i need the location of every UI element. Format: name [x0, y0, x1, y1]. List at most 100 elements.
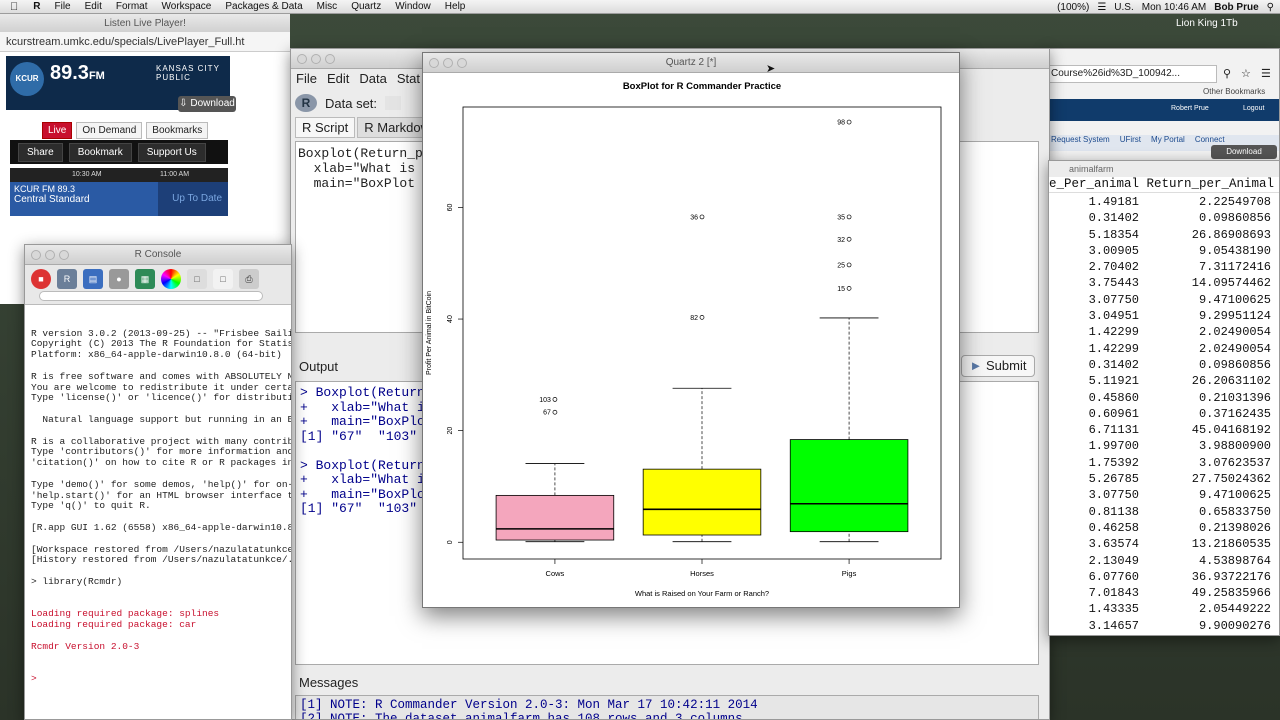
tab-live[interactable]: Live: [42, 122, 73, 139]
user-name[interactable]: Bob Prue: [1214, 2, 1258, 13]
menu-help[interactable]: Help: [438, 1, 473, 12]
chart-icon[interactable]: ▤: [83, 269, 103, 289]
rcmdr-menu-file[interactable]: File: [291, 69, 322, 89]
table-icon[interactable]: ▦: [135, 269, 155, 289]
share-button[interactable]: Share: [18, 142, 63, 162]
link-ufirst[interactable]: UFirst: [1120, 135, 1141, 151]
table-row[interactable]: 3.07750 9.47100625: [1049, 488, 1279, 504]
minimize-icon[interactable]: [311, 54, 321, 64]
search-field[interactable]: [39, 291, 263, 301]
menu-r[interactable]: R: [26, 1, 47, 12]
current-program[interactable]: KCUR FM 89.3 Central Standard: [10, 182, 158, 216]
quartz-zoom-icon[interactable]: [457, 58, 467, 68]
menu-file[interactable]: File: [47, 1, 77, 12]
column-header-2[interactable]: Return_per_Animal: [1147, 177, 1275, 191]
clock[interactable]: Mon 10:46 AM: [1142, 2, 1206, 13]
table-row[interactable]: 5.26785 27.75024362: [1049, 472, 1279, 488]
table-row[interactable]: 3.63574 13.21860535: [1049, 537, 1279, 553]
program-timeline[interactable]: 10:30 AM 11:00 AM: [10, 168, 228, 182]
table-row[interactable]: 1.42299 2.02490054: [1049, 325, 1279, 341]
new-file-icon[interactable]: □: [213, 269, 233, 289]
table-row[interactable]: 0.46258 0.21398026: [1049, 521, 1279, 537]
tab-r-script[interactable]: R Script: [295, 117, 356, 138]
rcmdr-menu-data[interactable]: Data: [354, 69, 391, 89]
messages-pane[interactable]: [1] NOTE: R Commander Version 2.0-3: Mon…: [295, 695, 1039, 719]
quartz-close-icon[interactable]: [429, 58, 439, 68]
menu-icon[interactable]: ☰: [1261, 67, 1271, 80]
time-label-1100: 11:00 AM: [160, 171, 190, 178]
table-row[interactable]: 1.75392 3.07623537: [1049, 456, 1279, 472]
logout-link[interactable]: Logout: [1243, 105, 1264, 112]
locale-indicator[interactable]: U.S.: [1114, 2, 1133, 13]
next-program[interactable]: Up To Date: [158, 182, 228, 216]
table-row[interactable]: 3.75443 14.09574462: [1049, 276, 1279, 292]
submit-button[interactable]: ► Submit: [961, 355, 1035, 377]
r-source-icon[interactable]: R: [57, 269, 77, 289]
table-row[interactable]: 2.627466.90354605: [1049, 635, 1280, 636]
address-bar[interactable]: kcurstream.umkc.edu/specials/LivePlayer_…: [0, 32, 290, 52]
lock-icon[interactable]: ●: [109, 269, 129, 289]
dataset-selector[interactable]: [385, 96, 402, 110]
console-zoom-icon[interactable]: [59, 250, 69, 260]
table-row[interactable]: 0.31402 0.09860856: [1049, 211, 1279, 227]
table-row[interactable]: 1.49181 2.22549708: [1049, 195, 1279, 211]
star-icon[interactable]: ☆: [1241, 67, 1251, 80]
table-row[interactable]: 5.11921 26.20631102: [1049, 374, 1279, 390]
table-row[interactable]: 1.43335 2.05449222: [1049, 602, 1279, 618]
table-row[interactable]: 0.60961 0.37162435: [1049, 407, 1279, 423]
spotlight-icon[interactable]: ⚲: [1267, 2, 1274, 13]
table-row[interactable]: 0.45860 0.21031396: [1049, 391, 1279, 407]
table-row[interactable]: 2.13049 4.53898764: [1049, 554, 1279, 570]
column-header-1[interactable]: e_Per_animal: [1049, 177, 1139, 191]
menu-workspace[interactable]: Workspace: [155, 1, 219, 12]
menu-quartz[interactable]: Quartz: [344, 1, 388, 12]
table-row[interactable]: 0.81138 0.65833750: [1049, 505, 1279, 521]
table-row[interactable]: 3.04951 9.29951124: [1049, 309, 1279, 325]
link-my-portal[interactable]: My Portal: [1151, 135, 1185, 151]
table-row[interactable]: 6.07760 36.93722176: [1049, 570, 1279, 586]
console-output[interactable]: R version 3.0.2 (2013-09-25) -- "Frisbee…: [25, 305, 291, 715]
console-close-icon[interactable]: [31, 250, 41, 260]
quartz-minimize-icon[interactable]: [443, 58, 453, 68]
address-bar-right[interactable]: Course%26id%3D_100942...: [1047, 65, 1217, 83]
table-row[interactable]: 2.70402 7.31172416: [1049, 260, 1279, 276]
menu-misc[interactable]: Misc: [310, 1, 345, 12]
download-button[interactable]: ⇩ Download: [178, 96, 236, 112]
support-button[interactable]: Support Us: [137, 142, 206, 162]
apple-menu-icon[interactable]: : [0, 1, 26, 13]
zoom-icon[interactable]: ⚲: [1223, 67, 1231, 80]
other-bookmarks[interactable]: Other Bookmarks: [1203, 87, 1265, 96]
close-icon[interactable]: [297, 54, 307, 64]
link-request-system[interactable]: Request System: [1051, 135, 1110, 151]
rcmdr-menu-stat[interactable]: Stat: [392, 69, 425, 89]
menu-edit[interactable]: Edit: [78, 1, 109, 12]
table-cell: 3.00905: [1088, 243, 1139, 258]
table-row[interactable]: 1.42299 2.02490054: [1049, 342, 1279, 358]
download-button-right[interactable]: Download: [1211, 145, 1277, 159]
table-row[interactable]: 0.31402 0.09860856: [1049, 358, 1279, 374]
table-row[interactable]: 3.07750 9.47100625: [1049, 293, 1279, 309]
stop-icon[interactable]: ■: [31, 269, 51, 289]
table-row[interactable]: 6.71131 45.04168192: [1049, 423, 1279, 439]
print-icon[interactable]: ⎙: [239, 269, 259, 289]
menu-format[interactable]: Format: [109, 1, 155, 12]
wifi-icon[interactable]: ☰: [1097, 2, 1106, 13]
tab-on-demand[interactable]: On Demand: [76, 122, 143, 139]
document-icon[interactable]: □: [187, 269, 207, 289]
battery-status[interactable]: (100%): [1057, 2, 1089, 13]
portal-user[interactable]: Robert Prue: [1171, 105, 1209, 112]
bookmark-button[interactable]: Bookmark: [68, 142, 132, 162]
table-row[interactable]: 3.00905 9.05438190: [1049, 243, 1279, 260]
rcmdr-menu-edit[interactable]: Edit: [322, 69, 354, 89]
table-row[interactable]: 3.14657 9.90090276: [1049, 619, 1279, 635]
table-row[interactable]: 5.18354 26.86908693: [1049, 228, 1279, 244]
tab-bookmarks[interactable]: Bookmarks: [146, 122, 209, 139]
color-wheel-icon[interactable]: [161, 269, 181, 289]
menu-packages-data[interactable]: Packages & Data: [218, 1, 309, 12]
table-row[interactable]: 7.01843 49.25835966: [1049, 586, 1279, 602]
table-row[interactable]: 1.99700 3.98800900: [1049, 439, 1279, 455]
console-minimize-icon[interactable]: [45, 250, 55, 260]
zoom-window-icon[interactable]: [325, 54, 335, 64]
menu-window[interactable]: Window: [388, 1, 438, 12]
drive-label[interactable]: Lion King 1Tb: [1176, 18, 1238, 29]
